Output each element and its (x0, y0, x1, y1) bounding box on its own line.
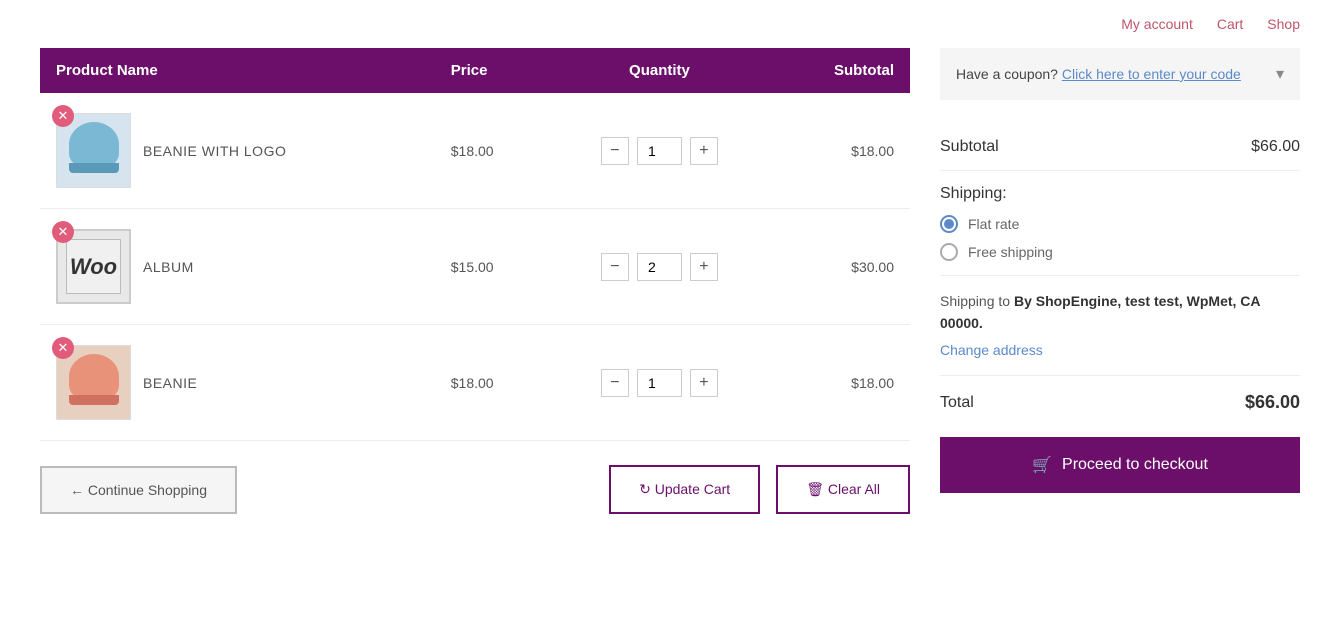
clear-all-button[interactable]: 🗑 Clear All (776, 465, 910, 514)
remove-item-button[interactable]: ✕ (52, 221, 74, 243)
subtotal-row: Subtotal $66.00 (940, 124, 1300, 171)
shipping-options: Flat rate Free shipping (940, 215, 1300, 261)
quantity-control: − + (563, 253, 755, 281)
continue-shopping-button[interactable]: ← Continue Shopping (40, 466, 237, 514)
free-shipping-option[interactable]: Free shipping (940, 243, 1300, 261)
flat-rate-label: Flat rate (968, 216, 1019, 232)
cart-section: Product Name Price Quantity Subtotal ✕ B… (40, 48, 910, 514)
product-cell: ✕ BEANIE (40, 325, 435, 440)
product-name: ALBUM (143, 259, 194, 275)
checkout-sidebar: Have a coupon? Click here to enter your … (940, 48, 1300, 514)
coupon-text: Have a coupon? Click here to enter your … (956, 66, 1241, 82)
coupon-chevron-icon: ▾ (1276, 64, 1284, 84)
shipping-address-text: By ShopEngine, test test, WpMet, CA 0000… (940, 293, 1260, 331)
price-cell: $18.00 (435, 93, 548, 209)
subtotal-label: Subtotal (940, 138, 999, 156)
shipping-address-section: Shipping to By ShopEngine, test test, Wp… (940, 276, 1300, 376)
remove-item-button[interactable]: ✕ (52, 337, 74, 359)
coupon-link[interactable]: Click here to enter your code (1062, 66, 1241, 82)
cart-link[interactable]: Cart (1217, 16, 1243, 32)
subtotal-value: $66.00 (1251, 138, 1300, 156)
shop-link[interactable]: Shop (1267, 16, 1300, 32)
product-name: BEANIE WITH LOGO (143, 143, 286, 159)
col-product-name: Product Name (40, 48, 435, 93)
quantity-decrease-button[interactable]: − (601, 253, 629, 281)
col-quantity: Quantity (547, 48, 771, 93)
top-navigation: My account Cart Shop (0, 0, 1340, 48)
checkout-button[interactable]: 🛒 Proceed to checkout (940, 437, 1300, 493)
quantity-control: − + (563, 369, 755, 397)
price-cell: $18.00 (435, 325, 548, 441)
free-shipping-label: Free shipping (968, 244, 1053, 260)
quantity-input[interactable] (637, 369, 682, 397)
total-label: Total (940, 394, 974, 412)
main-container: Product Name Price Quantity Subtotal ✕ B… (0, 48, 1340, 554)
my-account-link[interactable]: My account (1121, 16, 1193, 32)
flat-rate-option[interactable]: Flat rate (940, 215, 1300, 233)
subtotal-cell: $18.00 (772, 93, 910, 209)
total-value: $66.00 (1245, 392, 1300, 413)
total-row: Total $66.00 (940, 376, 1300, 429)
quantity-input[interactable] (637, 253, 682, 281)
quantity-cell: − + (547, 325, 771, 441)
quantity-input[interactable] (637, 137, 682, 165)
cart-actions: ← Continue Shopping ↻ Update Cart 🗑 Clea… (40, 465, 910, 514)
quantity-increase-button[interactable]: + (690, 137, 718, 165)
quantity-cell: − + (547, 209, 771, 325)
shipping-to-prefix: Shipping to By ShopEngine, test test, Wp… (940, 293, 1260, 331)
subtotal-cell: $30.00 (772, 209, 910, 325)
cart-table: Product Name Price Quantity Subtotal ✕ B… (40, 48, 910, 441)
quantity-increase-button[interactable]: + (690, 369, 718, 397)
price-cell: $15.00 (435, 209, 548, 325)
flat-rate-radio[interactable] (940, 215, 958, 233)
subtotal-cell: $18.00 (772, 325, 910, 441)
checkout-cart-icon: 🛒 (1032, 455, 1052, 475)
coupon-box: Have a coupon? Click here to enter your … (940, 48, 1300, 100)
col-subtotal: Subtotal (772, 48, 910, 93)
quantity-decrease-button[interactable]: − (601, 137, 629, 165)
col-price: Price (435, 48, 548, 93)
update-cart-button[interactable]: ↻ Update Cart (609, 465, 760, 514)
quantity-control: − + (563, 137, 755, 165)
free-shipping-radio[interactable] (940, 243, 958, 261)
order-summary: Subtotal $66.00 Shipping: Flat rate Free… (940, 124, 1300, 493)
product-name: BEANIE (143, 375, 197, 391)
shipping-section: Shipping: Flat rate Free shipping (940, 171, 1300, 276)
remove-item-button[interactable]: ✕ (52, 105, 74, 127)
table-row: ✕ Woo ALBUM $15.00 − + $30.00 (40, 209, 910, 325)
product-cell: ✕ Woo ALBUM (40, 209, 435, 324)
table-row: ✕ BEANIE $18.00 − + $18.00 (40, 325, 910, 441)
table-row: ✕ BEANIE WITH LOGO $18.00 − + $18.00 (40, 93, 910, 209)
checkout-button-label: Proceed to checkout (1062, 456, 1208, 474)
quantity-decrease-button[interactable]: − (601, 369, 629, 397)
change-address-link[interactable]: Change address (940, 339, 1300, 361)
quantity-cell: − + (547, 93, 771, 209)
product-cell: ✕ BEANIE WITH LOGO (40, 93, 435, 208)
shipping-label: Shipping: (940, 185, 1300, 203)
quantity-increase-button[interactable]: + (690, 253, 718, 281)
